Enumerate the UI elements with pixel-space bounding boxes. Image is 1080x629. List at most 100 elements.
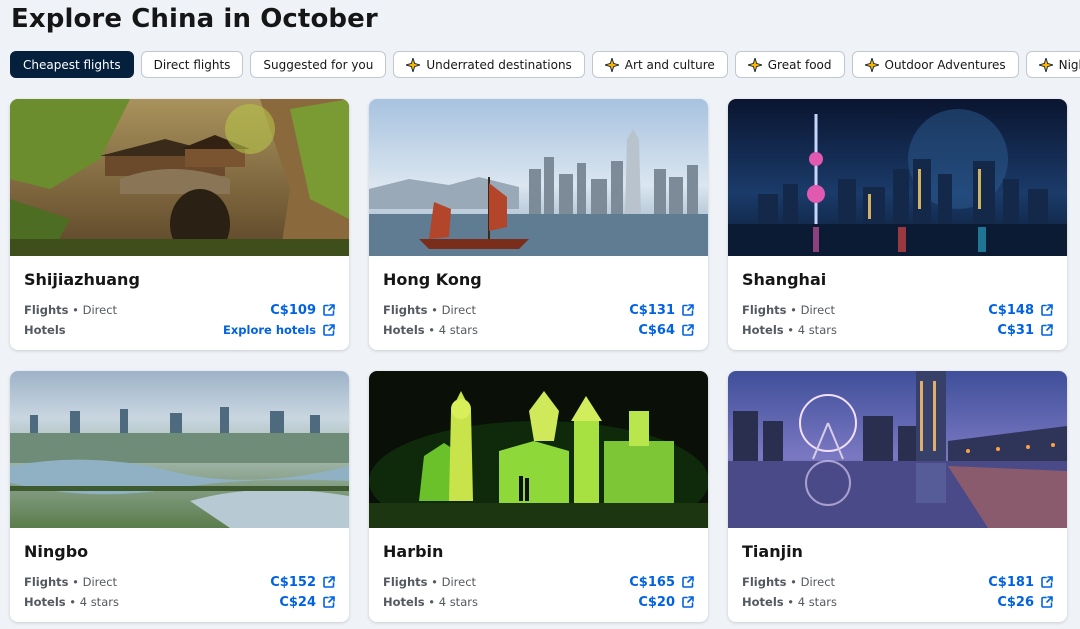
external-link-icon <box>1041 304 1053 316</box>
hotels-row[interactable]: Hotels • 4 stars C$20 <box>383 592 694 612</box>
destination-grid: Shijiazhuang Flights • Direct C$109 Hote… <box>10 99 1067 622</box>
filter-chips: Cheapest flights Direct flights Suggested … <box>10 51 1080 79</box>
filter-chip-underrated-destinations[interactable]: Underrated destinations <box>393 51 585 78</box>
hotels-price-link[interactable]: Explore hotels <box>223 323 335 337</box>
flights-price-link[interactable]: C$109 <box>270 303 335 318</box>
external-link-icon <box>1041 324 1053 336</box>
flights-row[interactable]: Flights • Direct C$148 <box>742 300 1053 320</box>
sparkle-icon <box>747 57 762 72</box>
hotels-row[interactable]: Hotels • 4 stars C$24 <box>24 592 335 612</box>
hotels-label: Hotels <box>383 323 425 337</box>
hotels-row[interactable]: Hotels Explore hotels <box>24 320 335 340</box>
hotels-price-link[interactable]: C$64 <box>638 323 694 338</box>
flights-label: Flights <box>742 303 787 317</box>
hotels-info: Hotels • 4 stars <box>24 595 119 609</box>
hotels-info: Hotels • 4 stars <box>742 595 837 609</box>
filter-chip-label: Suggested for you <box>263 57 374 72</box>
hotels-price-link[interactable]: C$24 <box>279 595 335 610</box>
flights-row[interactable]: Flights • Direct C$109 <box>24 300 335 320</box>
flights-info: Flights • Direct <box>383 575 477 589</box>
hotels-row[interactable]: Hotels • 4 stars C$31 <box>742 320 1053 340</box>
flights-price: C$109 <box>270 302 316 318</box>
hotels-label: Hotels <box>742 323 784 337</box>
destination-card-tianjin[interactable]: Tianjin Flights • Direct C$181 Hotels • … <box>728 371 1067 622</box>
sparkle-icon <box>406 57 421 72</box>
flights-detail: Direct <box>800 303 836 317</box>
destination-name: Ningbo <box>24 542 89 561</box>
filter-chip-great-food[interactable]: Great food <box>734 51 845 78</box>
flights-label: Flights <box>24 303 69 317</box>
filter-chip-nightlife-and-e[interactable]: Nightlife and e <box>1025 51 1080 78</box>
destination-photo <box>10 371 349 528</box>
external-link-icon <box>1041 576 1053 588</box>
filter-chip-art-and-culture[interactable]: Art and culture <box>591 51 728 78</box>
external-link-icon <box>682 576 694 588</box>
filter-chip-label: Great food <box>767 57 832 72</box>
hotels-price-link[interactable]: C$20 <box>638 595 694 610</box>
destination-card-harbin[interactable]: Harbin Flights • Direct C$165 Hotels • 4… <box>369 371 708 622</box>
flights-label: Flights <box>742 575 787 589</box>
flights-price-link[interactable]: C$181 <box>988 575 1053 590</box>
flights-detail: Direct <box>441 303 477 317</box>
hotels-price: C$20 <box>638 594 675 610</box>
flights-row[interactable]: Flights • Direct C$181 <box>742 572 1053 592</box>
flights-price-link[interactable]: C$131 <box>629 303 694 318</box>
destination-photo <box>10 99 349 256</box>
flights-row[interactable]: Flights • Direct C$152 <box>24 572 335 592</box>
filter-chip-label: Cheapest flights <box>23 57 121 72</box>
flights-price-link[interactable]: C$148 <box>988 303 1053 318</box>
destination-name: Shanghai <box>742 270 827 289</box>
destination-photo <box>728 99 1067 256</box>
destination-name: Tianjin <box>742 542 803 561</box>
destination-card-hong-kong[interactable]: Hong Kong Flights • Direct C$131 Hotels … <box>369 99 708 350</box>
hotels-info: Hotels <box>24 323 66 337</box>
destination-photo <box>369 99 708 256</box>
destination-name: Shijiazhuang <box>24 270 140 289</box>
flights-info: Flights • Direct <box>24 303 118 317</box>
flights-row[interactable]: Flights • Direct C$165 <box>383 572 694 592</box>
hotels-detail: 4 stars <box>797 323 837 337</box>
external-link-icon <box>682 596 694 608</box>
hotels-price: C$24 <box>279 594 316 610</box>
filter-chip-cheapest-flights[interactable]: Cheapest flights <box>10 51 134 78</box>
hotels-info: Hotels • 4 stars <box>742 323 837 337</box>
destination-card-shijiazhuang[interactable]: Shijiazhuang Flights • Direct C$109 Hote… <box>10 99 349 350</box>
filter-chip-direct-flights[interactable]: Direct flights <box>140 51 244 78</box>
hotels-price: C$26 <box>997 594 1034 610</box>
destination-card-ningbo[interactable]: Ningbo Flights • Direct C$152 Hotels • 4… <box>10 371 349 622</box>
destination-card-shanghai[interactable]: Shanghai Flights • Direct C$148 Hotels •… <box>728 99 1067 350</box>
filter-chip-label: Nightlife and e <box>1058 57 1080 72</box>
filter-chip-suggested-for-you[interactable]: Suggested for you <box>250 51 387 78</box>
flights-price: C$152 <box>270 574 316 590</box>
filter-chip-outdoor-adventures[interactable]: Outdoor Adventures <box>851 51 1019 78</box>
flights-detail: Direct <box>441 575 477 589</box>
hotels-price: C$31 <box>997 322 1034 338</box>
hotels-price-link[interactable]: C$26 <box>997 595 1053 610</box>
flights-detail: Direct <box>82 575 118 589</box>
page-title: Explore China in October <box>11 4 378 34</box>
hotels-label: Hotels <box>742 595 784 609</box>
flights-price-link[interactable]: C$152 <box>270 575 335 590</box>
hotels-detail: 4 stars <box>438 323 478 337</box>
hotels-row[interactable]: Hotels • 4 stars C$64 <box>383 320 694 340</box>
hotels-row[interactable]: Hotels • 4 stars C$26 <box>742 592 1053 612</box>
flights-price-link[interactable]: C$165 <box>629 575 694 590</box>
hotels-price-link[interactable]: C$31 <box>997 323 1053 338</box>
flights-label: Flights <box>383 303 428 317</box>
external-link-icon <box>323 304 335 316</box>
sparkle-icon <box>864 57 879 72</box>
external-link-icon <box>323 576 335 588</box>
hotels-price: C$64 <box>638 322 675 338</box>
external-link-icon <box>682 304 694 316</box>
hotels-info: Hotels • 4 stars <box>383 323 478 337</box>
flights-detail: Direct <box>82 303 118 317</box>
filter-chip-label: Underrated destinations <box>426 57 572 72</box>
hotels-label: Hotels <box>24 323 66 337</box>
destination-photo <box>369 371 708 528</box>
flights-price: C$148 <box>988 302 1034 318</box>
flights-info: Flights • Direct <box>742 575 836 589</box>
sparkle-icon <box>604 57 619 72</box>
hotels-detail: 4 stars <box>438 595 478 609</box>
flights-row[interactable]: Flights • Direct C$131 <box>383 300 694 320</box>
hotels-label: Hotels <box>24 595 66 609</box>
